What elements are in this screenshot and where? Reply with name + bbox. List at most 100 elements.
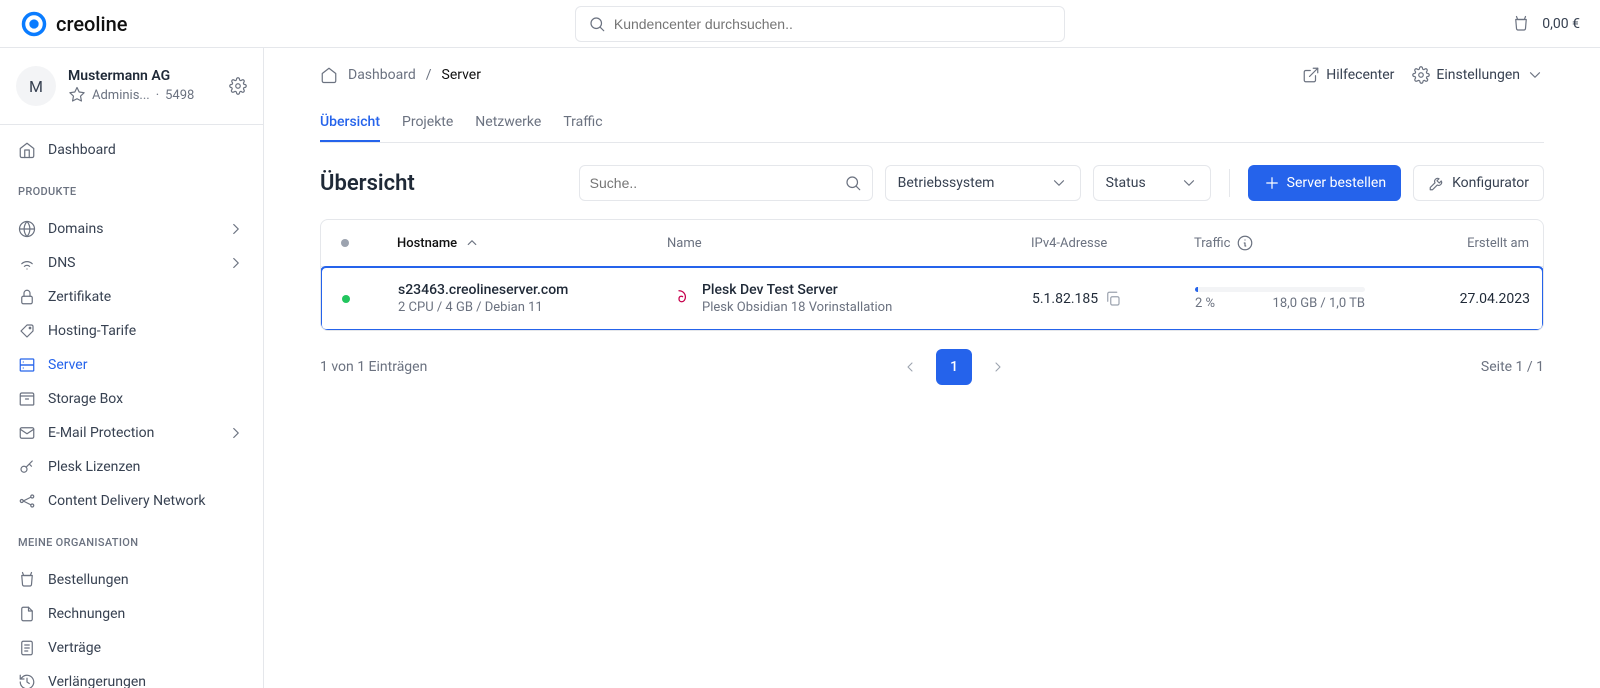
brand-logo[interactable]: creoline: [20, 10, 127, 38]
sidebar-item-hosting[interactable]: Hosting-Tarife: [0, 314, 263, 348]
info-icon[interactable]: [1236, 234, 1254, 252]
box-icon: [18, 390, 36, 408]
table-row[interactable]: s23463.creolineserver.com 2 CPU / 4 GB /…: [320, 266, 1544, 331]
row-hostname: s23463.creolineserver.com: [398, 282, 668, 298]
sidebar-item-label: Content Delivery Network: [48, 493, 205, 509]
document-icon: [18, 639, 36, 657]
row-specs: 2 CPU / 4 GB / Debian 11: [398, 300, 668, 315]
col-traffic[interactable]: Traffic: [1194, 234, 1364, 252]
sidebar-item-cdn[interactable]: Content Delivery Network: [0, 484, 263, 518]
sidebar-item-email[interactable]: E-Mail Protection: [0, 416, 263, 450]
wifi-icon: [18, 254, 36, 272]
tab-uebersicht[interactable]: Übersicht: [320, 104, 380, 142]
tab-projekte[interactable]: Projekte: [402, 104, 453, 142]
sidebar-item-label: Bestellungen: [48, 572, 129, 588]
sidebar-item-rechnungen[interactable]: Rechnungen: [0, 597, 263, 631]
table-search[interactable]: [579, 165, 873, 201]
page-info: Seite 1 / 1: [1481, 359, 1544, 375]
plus-icon: [1263, 174, 1281, 192]
tab-netzwerke[interactable]: Netzwerke: [475, 104, 541, 142]
chevron-right-icon: [227, 220, 245, 238]
global-search[interactable]: [575, 6, 1065, 42]
key-icon: [18, 458, 36, 476]
page-prev-button[interactable]: [892, 349, 928, 385]
brand-name: creoline: [56, 12, 127, 36]
sidebar-item-bestellungen[interactable]: Bestellungen: [0, 563, 263, 597]
settings-label: Einstellungen: [1436, 67, 1520, 83]
sidebar-item-dns[interactable]: DNS: [0, 246, 263, 280]
filter-os-select[interactable]: Betriebssystem: [885, 165, 1081, 201]
col-ip[interactable]: IPv4-Adresse: [1031, 236, 1194, 251]
table-search-input[interactable]: [590, 175, 836, 191]
filter-os-label: Betriebssystem: [898, 175, 995, 191]
sidebar-item-storage[interactable]: Storage Box: [0, 382, 263, 416]
external-link-icon: [1302, 66, 1320, 84]
network-icon: [18, 492, 36, 510]
file-icon: [18, 605, 36, 623]
sidebar-item-label: Verlängerungen: [48, 674, 146, 688]
sidebar-section-produkte: PRODUKTE: [0, 175, 263, 204]
wrench-icon: [1428, 174, 1446, 192]
chevron-down-icon: [1050, 174, 1068, 192]
tag-icon: [18, 322, 36, 340]
page-next-button[interactable]: [980, 349, 1016, 385]
chevron-down-icon: [1526, 66, 1544, 84]
bag-icon: [18, 571, 36, 589]
page-number[interactable]: 1: [936, 349, 972, 385]
sidebar-item-label: E-Mail Protection: [48, 425, 154, 441]
chevron-down-icon: [1180, 174, 1198, 192]
chevron-right-icon: [227, 254, 245, 272]
sidebar-item-zertifikate[interactable]: Zertifikate: [0, 280, 263, 314]
cart-icon[interactable]: [1512, 15, 1530, 33]
col-created[interactable]: Erstellt am: [1364, 236, 1529, 251]
filter-status-select[interactable]: Status: [1093, 165, 1211, 201]
org-name: Mustermann AG: [68, 68, 217, 84]
sidebar-item-verlaengerungen[interactable]: Verlängerungen: [0, 665, 263, 688]
entry-count: 1 von 1 Einträgen: [320, 359, 427, 375]
col-name[interactable]: Name: [667, 236, 1031, 251]
copy-icon[interactable]: [1104, 290, 1122, 308]
chevron-right-icon: [227, 424, 245, 442]
server-icon: [18, 356, 36, 374]
settings-menu[interactable]: Einstellungen: [1412, 66, 1544, 84]
gear-icon: [1412, 66, 1430, 84]
col-hostname[interactable]: Hostname: [397, 234, 667, 252]
sidebar-item-label: Storage Box: [48, 391, 123, 407]
row-created: 27.04.2023: [1365, 291, 1530, 307]
mail-icon: [18, 424, 36, 442]
col-status[interactable]: [341, 239, 397, 247]
star-icon[interactable]: [68, 86, 86, 104]
sidebar-item-label: Rechnungen: [48, 606, 125, 622]
breadcrumb-dashboard[interactable]: Dashboard: [348, 67, 416, 83]
configurator-button[interactable]: Konfigurator: [1413, 165, 1544, 201]
sort-asc-icon: [463, 234, 481, 252]
status-indicator: [342, 295, 350, 303]
tab-traffic[interactable]: Traffic: [563, 104, 602, 142]
lock-icon: [18, 288, 36, 306]
history-icon: [18, 673, 36, 688]
sidebar-item-label: Dashboard: [48, 142, 116, 158]
gear-icon[interactable]: [229, 77, 247, 95]
home-icon: [18, 141, 36, 159]
sidebar-item-label: Verträge: [48, 640, 101, 656]
home-icon[interactable]: [320, 66, 338, 84]
sidebar-item-plesk[interactable]: Plesk Lizenzen: [0, 450, 263, 484]
row-name: Plesk Dev Test Server: [702, 282, 892, 298]
globe-icon: [18, 220, 36, 238]
row-name-sub: Plesk Obsidian 18 Vorinstallation: [702, 300, 892, 315]
traffic-used: 18,0 GB / 1,0 TB: [1273, 296, 1365, 311]
sidebar-item-server[interactable]: Server: [0, 348, 263, 382]
sidebar-item-dashboard[interactable]: Dashboard: [0, 133, 263, 167]
sidebar-item-domains[interactable]: Domains: [0, 212, 263, 246]
global-search-input[interactable]: [614, 16, 1052, 32]
order-server-button[interactable]: Server bestellen: [1248, 165, 1401, 201]
org-avatar: M: [16, 66, 56, 106]
sidebar-section-org: MEINE ORGANISATION: [0, 526, 263, 555]
help-center-link[interactable]: Hilfecenter: [1302, 66, 1394, 84]
breadcrumb: Dashboard / Server: [320, 66, 481, 84]
traffic-progress: [1195, 287, 1365, 292]
balance: 0,00 €: [1542, 16, 1580, 32]
sidebar-item-vertraege[interactable]: Verträge: [0, 631, 263, 665]
configurator-label: Konfigurator: [1452, 175, 1529, 191]
breadcrumb-current: Server: [442, 67, 481, 83]
